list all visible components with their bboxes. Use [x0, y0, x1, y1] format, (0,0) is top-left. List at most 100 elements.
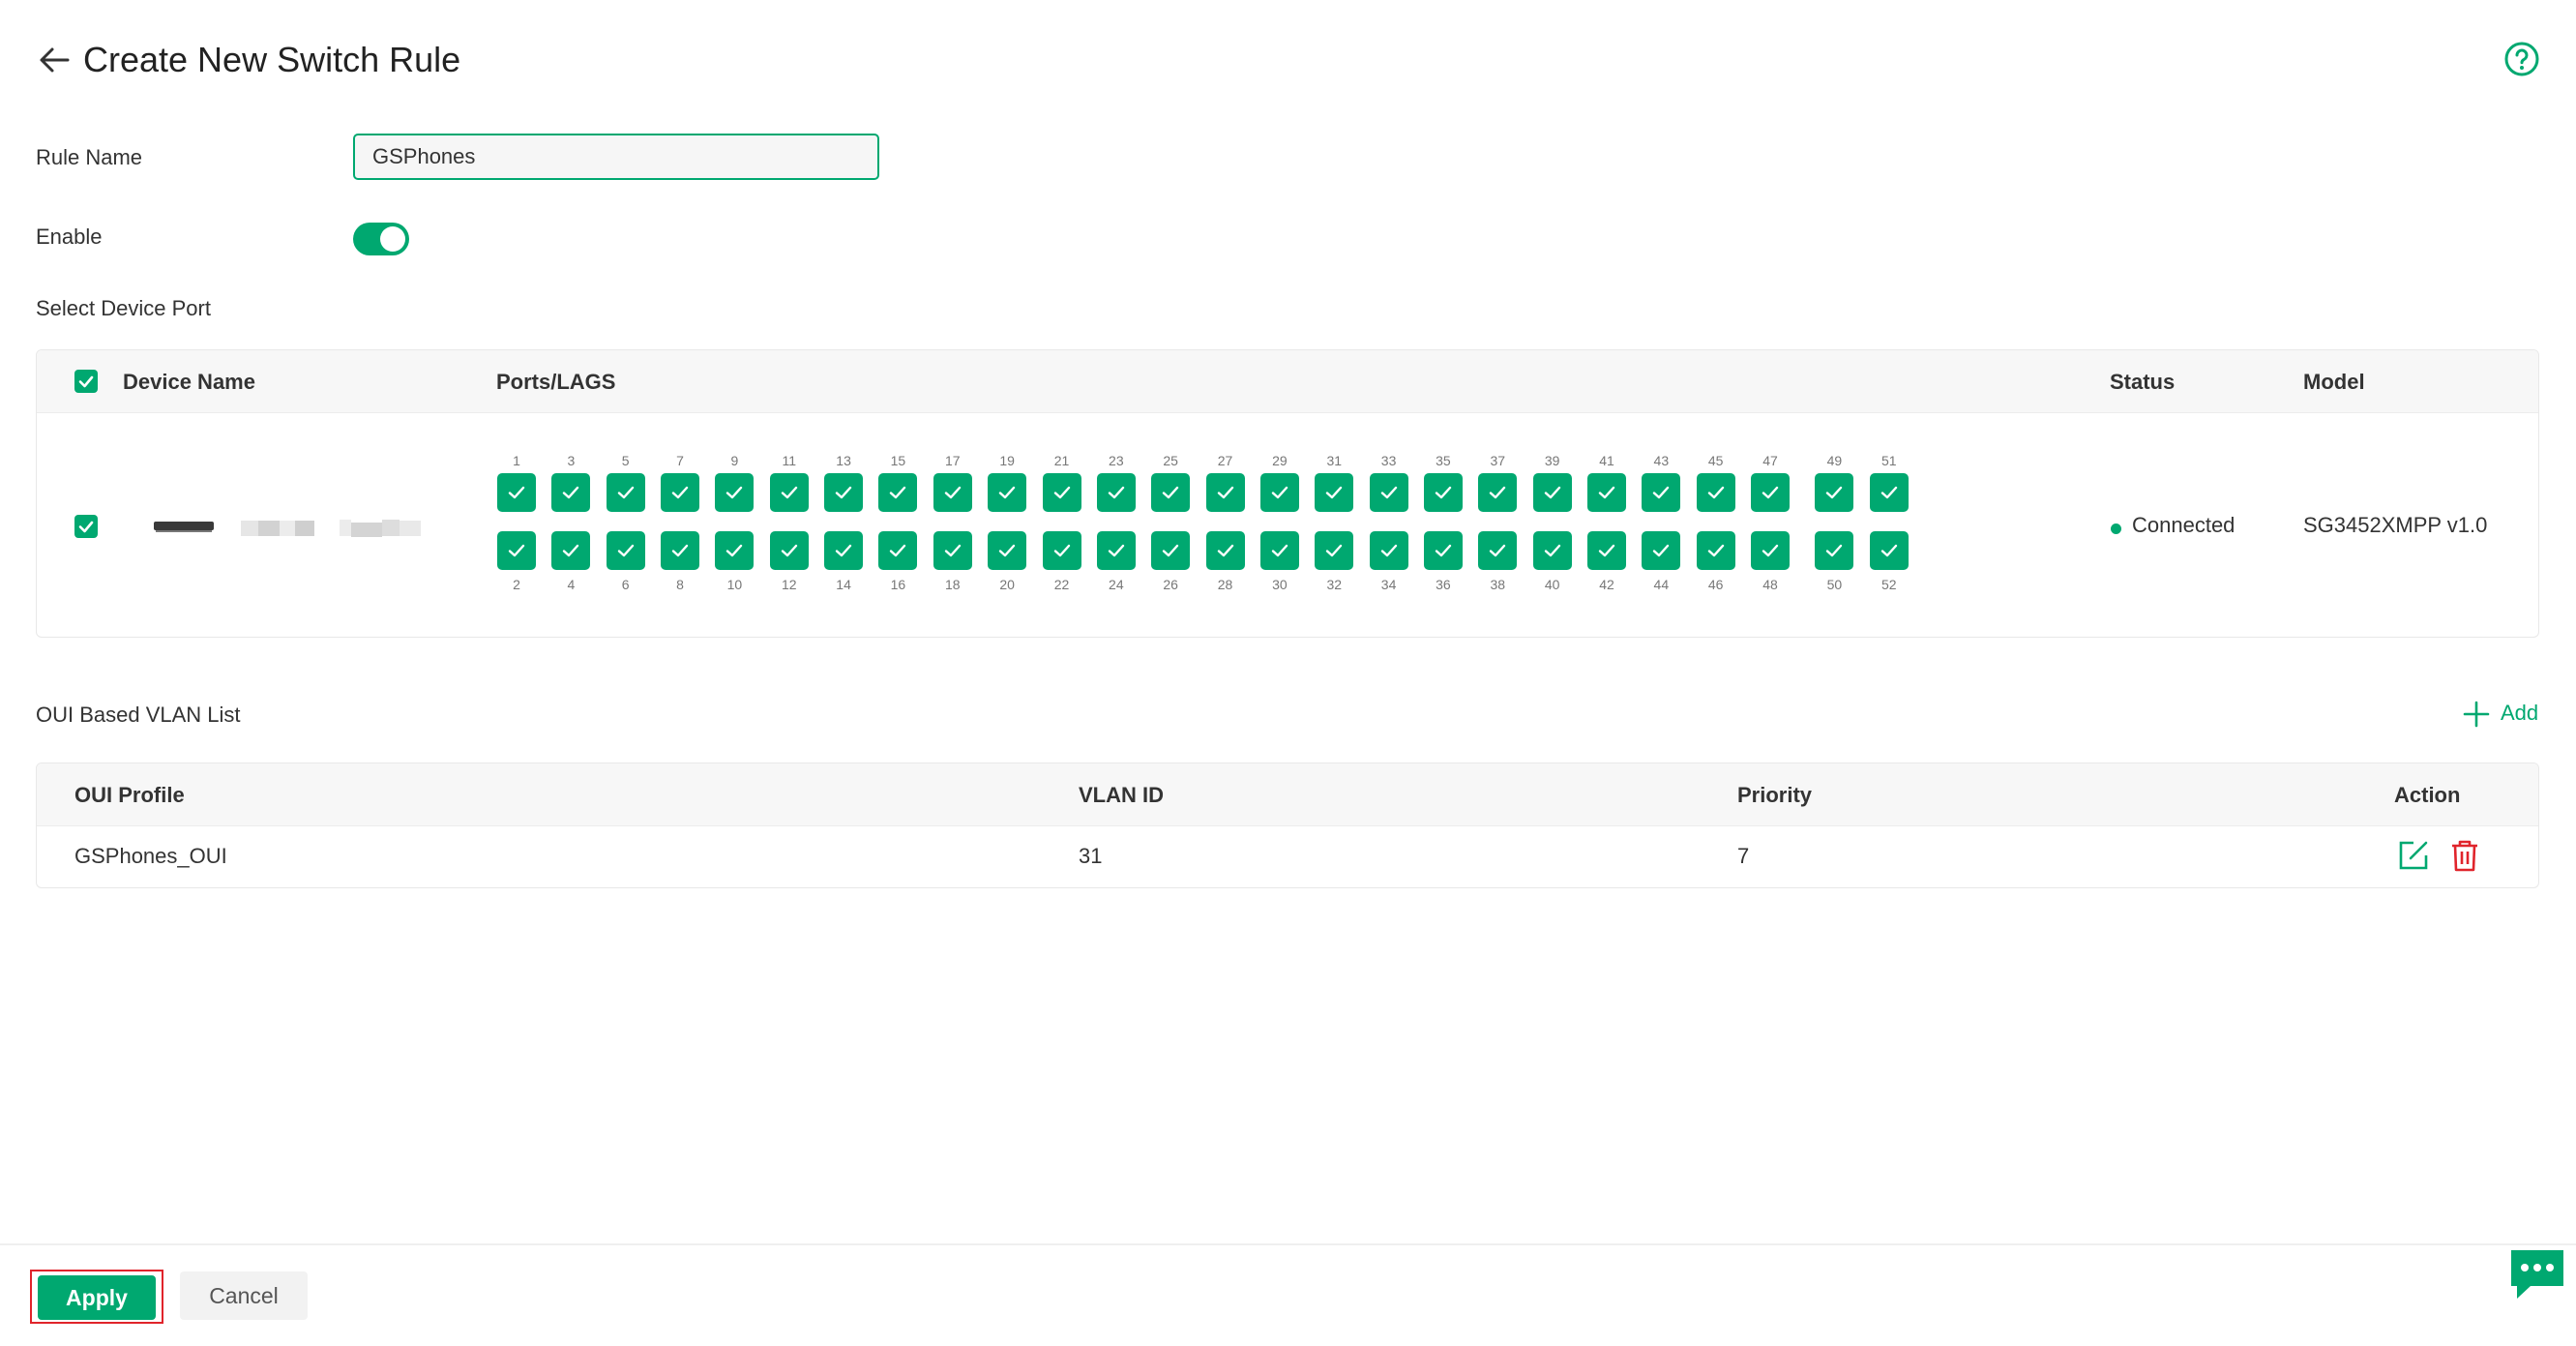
port-41-checkbox[interactable] — [1587, 473, 1626, 512]
port-6-checkbox[interactable] — [606, 531, 645, 570]
port-number: 24 — [1109, 577, 1124, 592]
port-18-checkbox[interactable] — [933, 531, 972, 570]
port-number: 27 — [1217, 453, 1233, 468]
port-21-checkbox[interactable] — [1042, 473, 1081, 512]
port-2-checkbox[interactable] — [497, 531, 536, 570]
port-5-checkbox[interactable] — [606, 473, 645, 512]
port-7-checkbox[interactable] — [661, 473, 700, 512]
port-number: 18 — [945, 577, 961, 592]
action-header: Action — [2394, 783, 2461, 807]
port-number: 10 — [726, 577, 743, 592]
port-38-checkbox[interactable] — [1478, 531, 1518, 570]
priority-header: Priority — [1737, 783, 1813, 807]
port-45-checkbox[interactable] — [1696, 473, 1735, 512]
port-26-checkbox[interactable] — [1151, 531, 1191, 570]
port-34-checkbox[interactable] — [1369, 531, 1408, 570]
port-46-checkbox[interactable] — [1696, 531, 1735, 570]
oui-vlan-table: OUI Profile VLAN ID Priority Action GSPh… — [36, 763, 2539, 888]
arrow-left-icon[interactable] — [35, 41, 74, 79]
device-name-header: Device Name — [123, 370, 255, 394]
port-8-checkbox[interactable] — [661, 531, 700, 570]
port-31-checkbox[interactable] — [1315, 473, 1354, 512]
port-39-checkbox[interactable] — [1532, 473, 1572, 512]
port-49-checkbox[interactable] — [1815, 473, 1854, 512]
oui-profile-cell: GSPhones_OUI — [74, 844, 227, 868]
port-17-checkbox[interactable] — [933, 473, 972, 512]
port-number: 8 — [676, 577, 684, 592]
port-number: 26 — [1163, 577, 1178, 592]
ports-header: Ports/LAGS — [496, 370, 616, 394]
port-4-checkbox[interactable] — [551, 531, 591, 570]
model-header: Model — [2303, 370, 2365, 394]
port-number: 37 — [1490, 453, 1506, 468]
port-15-checkbox[interactable] — [878, 473, 918, 512]
table-row: GSPhones_OUI 31 7 — [37, 825, 2538, 887]
port-51-checkbox[interactable] — [1869, 473, 1909, 512]
port-13-checkbox[interactable] — [824, 473, 864, 512]
port-12-checkbox[interactable] — [769, 531, 809, 570]
port-27-checkbox[interactable] — [1205, 473, 1245, 512]
switch-device-icon — [154, 520, 214, 533]
port-number: 12 — [781, 577, 797, 592]
port-number: 52 — [1880, 577, 1897, 592]
select-device-port-label: Select Device Port — [36, 296, 211, 320]
port-24-checkbox[interactable] — [1096, 531, 1136, 570]
table-header: OUI Profile VLAN ID Priority Action — [37, 763, 2538, 826]
port-28-checkbox[interactable] — [1205, 531, 1245, 570]
port-number: 40 — [1544, 577, 1560, 592]
port-30-checkbox[interactable] — [1259, 531, 1299, 570]
port-48-checkbox[interactable] — [1751, 531, 1791, 570]
port-35-checkbox[interactable] — [1423, 473, 1463, 512]
port-20-checkbox[interactable] — [988, 531, 1027, 570]
enable-toggle[interactable] — [353, 223, 409, 255]
trash-icon[interactable] — [2449, 838, 2480, 873]
port-number: 15 — [890, 453, 906, 468]
port-1-checkbox[interactable] — [497, 473, 536, 512]
port-number: 13 — [836, 453, 851, 468]
device-row-checkbox[interactable] — [74, 515, 98, 538]
port-42-checkbox[interactable] — [1587, 531, 1626, 570]
port-36-checkbox[interactable] — [1423, 531, 1463, 570]
port-10-checkbox[interactable] — [715, 531, 755, 570]
port-number: 44 — [1653, 577, 1670, 592]
port-number: 32 — [1326, 577, 1343, 592]
port-37-checkbox[interactable] — [1478, 473, 1518, 512]
port-11-checkbox[interactable] — [769, 473, 809, 512]
port-number: 51 — [1880, 453, 1897, 468]
edit-icon[interactable] — [2397, 839, 2430, 872]
chat-bubble-icon[interactable] — [2509, 1247, 2565, 1301]
port-25-checkbox[interactable] — [1151, 473, 1191, 512]
port-43-checkbox[interactable] — [1642, 473, 1681, 512]
port-32-checkbox[interactable] — [1315, 531, 1354, 570]
port-47-checkbox[interactable] — [1751, 473, 1791, 512]
add-oui-button[interactable]: Add — [2462, 697, 2541, 732]
port-14-checkbox[interactable] — [824, 531, 864, 570]
port-40-checkbox[interactable] — [1532, 531, 1572, 570]
port-52-checkbox[interactable] — [1869, 531, 1909, 570]
port-number: 36 — [1436, 577, 1451, 592]
port-3-checkbox[interactable] — [551, 473, 591, 512]
cancel-button[interactable]: Cancel — [180, 1271, 308, 1320]
port-number: 41 — [1599, 453, 1614, 468]
select-all-checkbox[interactable] — [74, 370, 98, 393]
port-50-checkbox[interactable] — [1815, 531, 1854, 570]
port-19-checkbox[interactable] — [988, 473, 1027, 512]
port-number: 43 — [1653, 453, 1670, 468]
port-number: 30 — [1272, 577, 1288, 592]
port-23-checkbox[interactable] — [1096, 473, 1136, 512]
port-16-checkbox[interactable] — [878, 531, 918, 570]
port-44-checkbox[interactable] — [1642, 531, 1681, 570]
port-number: 20 — [999, 577, 1015, 592]
port-33-checkbox[interactable] — [1369, 473, 1408, 512]
apply-button[interactable]: Apply — [38, 1275, 156, 1320]
port-9-checkbox[interactable] — [715, 473, 755, 512]
port-29-checkbox[interactable] — [1259, 473, 1299, 512]
device-model: SG3452XMPP v1.0 — [2303, 513, 2488, 537]
rule-name-input[interactable] — [353, 134, 879, 180]
vlan-id-cell: 31 — [1079, 844, 1103, 868]
port-number: 2 — [513, 577, 520, 592]
port-number: 16 — [890, 577, 906, 592]
question-circle-icon[interactable] — [2503, 41, 2540, 77]
port-22-checkbox[interactable] — [1042, 531, 1081, 570]
port-number: 50 — [1826, 577, 1843, 592]
